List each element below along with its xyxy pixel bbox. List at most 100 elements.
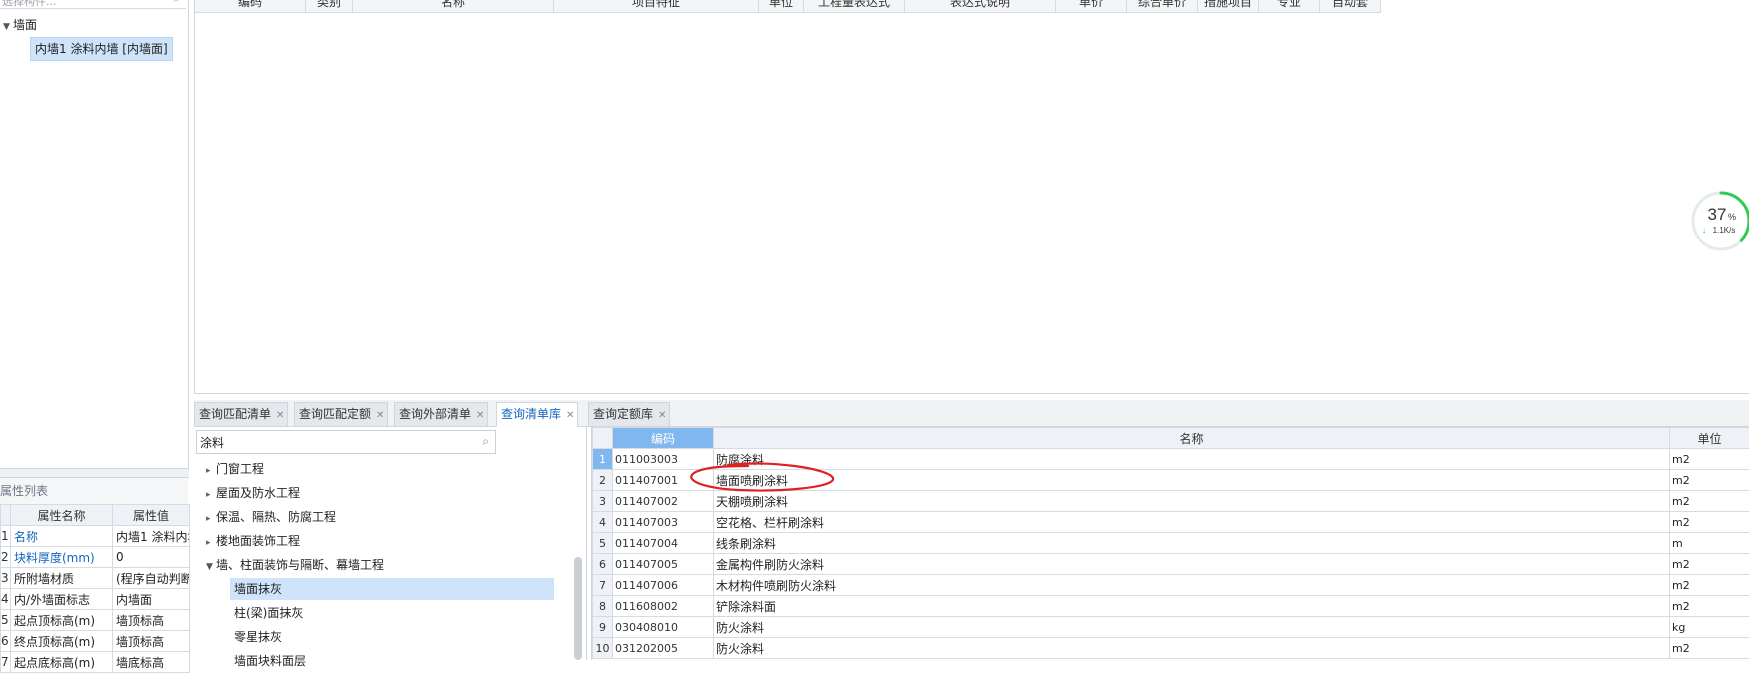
result-row[interactable]: 7 011407006 木材构件喷刷防火涂料 m2 [593, 575, 1749, 596]
col-header-quantity-expr[interactable]: 工程量表达式 [804, 0, 905, 12]
property-row[interactable]: 5 起点顶标高(m) 墙顶标高 [1, 610, 190, 631]
property-row[interactable]: 3 所附墙材质 (程序自动判断) [1, 568, 190, 589]
chevron-right-icon[interactable]: ▸ [206, 532, 216, 554]
tree-subcategory[interactable]: 柱(梁)面抹灰 [234, 602, 303, 624]
bill-items-header: 编码 类别 名称 项目特征 单位 工程量表达式 表达式说明 单价 综合单价 措施… [195, 0, 1381, 13]
col-header-code[interactable]: 编码 [195, 0, 306, 12]
panel-splitter[interactable] [0, 468, 189, 478]
library-search-input[interactable]: 涂料 ⌕ [196, 430, 496, 454]
header-index [1, 505, 11, 526]
result-name: 线条刷涂料 [714, 533, 1670, 554]
result-unit: m2 [1670, 554, 1749, 575]
result-code: 011407003 [613, 512, 714, 533]
col-header-expr-desc[interactable]: 表达式说明 [905, 0, 1056, 12]
tree-search-input[interactable]: 选择构件... ⌕ [0, 0, 186, 9]
tree-node-label: 墙面 [13, 18, 37, 32]
property-list-title: 属性列表 [0, 478, 188, 505]
tree-category[interactable]: ▸保温、隔热、防腐工程 [206, 506, 336, 528]
result-unit: m2 [1670, 449, 1749, 470]
tree-category[interactable]: ▸屋面及防水工程 [206, 482, 300, 504]
col-header-composite-price[interactable]: 综合单价 [1127, 0, 1198, 12]
bill-items-grid[interactable]: 编码 类别 名称 项目特征 单位 工程量表达式 表达式说明 单价 综合单价 措施… [194, 0, 1749, 394]
result-row[interactable]: 9 030408010 防火涂料 kg [593, 617, 1749, 638]
property-index: 1 [1, 526, 11, 547]
row-number: 10 [593, 638, 613, 659]
property-value[interactable]: (程序自动判断) [113, 568, 190, 589]
close-icon[interactable]: ✕ [476, 410, 484, 421]
chevron-right-icon[interactable]: ▸ [206, 508, 216, 530]
tree-category[interactable]: ▸门窗工程 [206, 458, 264, 480]
tree-subcategory[interactable]: 墙面块料面层 [234, 650, 306, 672]
close-icon[interactable]: ✕ [376, 410, 384, 421]
chevron-down-icon[interactable]: ▼ [3, 17, 13, 37]
col-header-features[interactable]: 项目特征 [554, 0, 759, 12]
col-header-category[interactable]: 类别 [306, 0, 353, 12]
property-name: 所附墙材质 [11, 568, 113, 589]
result-code: 031202005 [613, 638, 714, 659]
result-row[interactable]: 4 011407003 空花格、栏杆刷涂料 m2 [593, 512, 1749, 533]
chevron-down-icon[interactable]: ▼ [206, 556, 216, 578]
header-name[interactable]: 名称 [714, 428, 1670, 449]
col-header-unit-price[interactable]: 单价 [1056, 0, 1127, 12]
result-name: 防火涂料 [714, 638, 1670, 659]
col-header-discipline[interactable]: 专业 [1259, 0, 1320, 12]
col-header-measure-item[interactable]: 措施项目 [1198, 0, 1259, 12]
property-row[interactable]: 2 块料厚度(mm) 0 [1, 547, 190, 568]
bill-library-tree-panel: 涂料 ⌕ ▸门窗工程 ▸屋面及防水工程 ▸保温、隔热、防腐工程 ▸楼地面装饰工程… [194, 427, 587, 660]
chevron-right-icon[interactable]: ▸ [206, 460, 216, 482]
close-icon[interactable]: ✕ [276, 410, 284, 421]
tab-query-external-bill[interactable]: 查询外部清单✕ [394, 402, 488, 426]
row-number: 5 [593, 533, 613, 554]
result-row[interactable]: 6 011407005 金属构件刷防火涂料 m2 [593, 554, 1749, 575]
tab-query-matching-bill[interactable]: 查询匹配清单 ✕ [194, 402, 288, 426]
tree-node-inner-wall-1[interactable]: 内墙1 涂料内墙 [内墙面] [30, 37, 173, 61]
property-table-header: 属性名称 属性值 [1, 505, 190, 526]
property-value[interactable]: 墙顶标高 [113, 631, 190, 652]
result-row[interactable]: 3 011407002 天棚喷刷涂料 m2 [593, 491, 1749, 512]
tree-subcategory-selected[interactable]: 墙面抹灰 [230, 578, 554, 600]
result-row[interactable]: 8 011608002 铲除涂料面 m2 [593, 596, 1749, 617]
col-header-name[interactable]: 名称 [353, 0, 554, 12]
header-code[interactable]: 编码 [613, 428, 714, 449]
col-header-unit[interactable]: 单位 [759, 0, 804, 12]
row-number: 6 [593, 554, 613, 575]
search-icon[interactable]: ⌕ [482, 434, 489, 449]
result-name: 空花格、栏杆刷涂料 [714, 512, 1670, 533]
property-index: 6 [1, 631, 11, 652]
col-header-auto-apply[interactable]: 自动套 [1320, 0, 1381, 12]
tree-node-wall-surface[interactable]: ▼墙面 [3, 15, 37, 35]
tree-category-expanded[interactable]: ▼墙、柱面装饰与隔断、幕墙工程 [206, 554, 384, 576]
tree-category[interactable]: ▸楼地面装饰工程 [206, 530, 300, 552]
tab-label: 查询定额库 [593, 407, 653, 421]
property-row[interactable]: 4 内/外墙面标志 内墙面 [1, 589, 190, 610]
tab-label: 查询匹配清单 [199, 407, 271, 421]
result-name: 金属构件刷防火涂料 [714, 554, 1670, 575]
property-row[interactable]: 6 终点顶标高(m) 墙顶标高 [1, 631, 190, 652]
property-value[interactable]: 墙底标高 [113, 652, 190, 673]
property-value[interactable]: 0 [113, 547, 190, 568]
tree-scrollbar[interactable] [574, 557, 582, 660]
result-row[interactable]: 10 031202005 防火涂料 m2 [593, 638, 1749, 659]
property-value[interactable]: 墙顶标高 [113, 610, 190, 631]
property-row[interactable]: 7 起点底标高(m) 墙底标高 [1, 652, 190, 673]
property-value[interactable]: 内墙面 [113, 589, 190, 610]
close-icon[interactable]: ✕ [658, 410, 666, 421]
property-name: 块料厚度(mm) [11, 547, 113, 568]
property-index: 2 [1, 547, 11, 568]
tab-query-quota-library[interactable]: 查询定额库 ✕ [588, 402, 670, 426]
tab-query-matching-quota[interactable]: 查询匹配定额✕ [294, 402, 388, 426]
result-unit: m2 [1670, 470, 1749, 491]
close-icon[interactable]: ✕ [566, 410, 574, 421]
search-icon[interactable]: ⌕ [174, 0, 180, 6]
library-search-value: 涂料 [200, 434, 224, 451]
header-unit[interactable]: 单位 [1670, 428, 1749, 449]
property-value[interactable]: 内墙1 涂料内墙 [113, 526, 190, 547]
property-row[interactable]: 1 名称 内墙1 涂料内墙 [1, 526, 190, 547]
network-speed-widget[interactable]: 37 % ↓ 1.1K/s [1690, 190, 1749, 252]
result-name: 防腐涂料 [714, 449, 1670, 470]
tree-subcategory[interactable]: 零星抹灰 [234, 626, 282, 648]
tab-query-bill-library[interactable]: 查询清单库✕ [496, 402, 578, 427]
tree-category-label: 墙、柱面装饰与隔断、幕墙工程 [216, 558, 384, 572]
chevron-right-icon[interactable]: ▸ [206, 484, 216, 506]
result-row[interactable]: 5 011407004 线条刷涂料 m [593, 533, 1749, 554]
